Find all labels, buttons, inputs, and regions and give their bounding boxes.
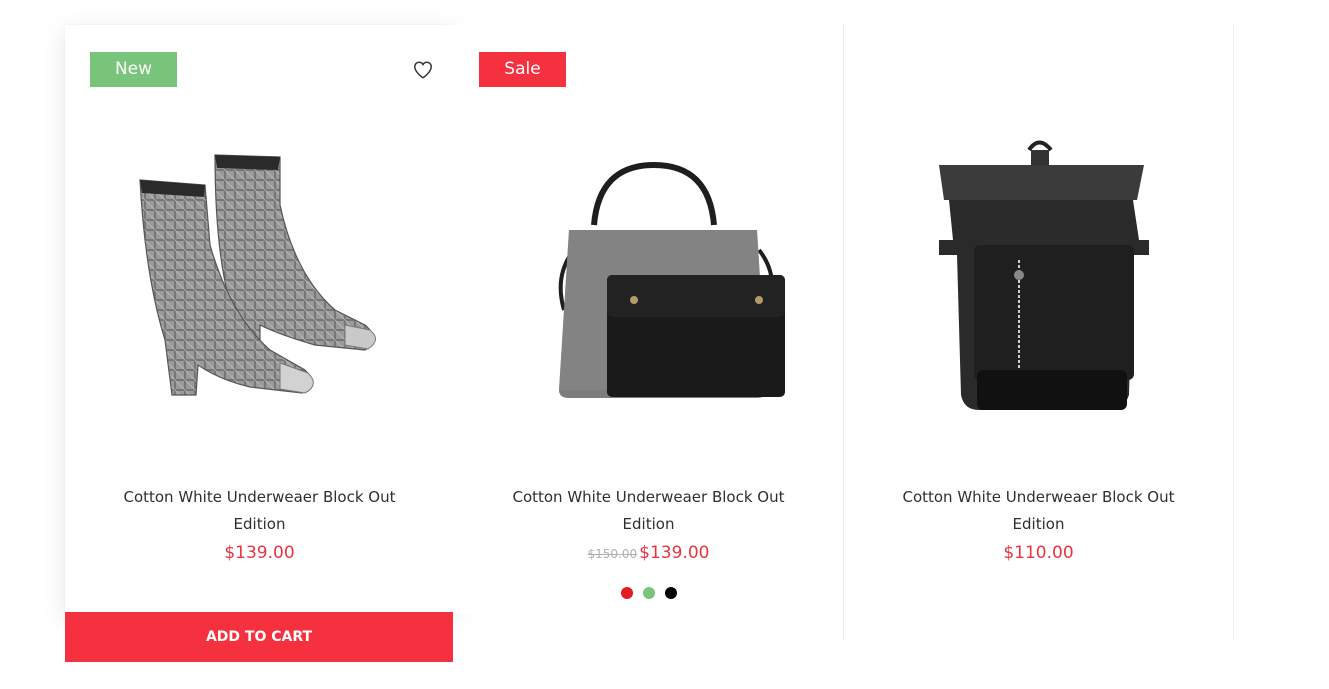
color-swatches [454,584,843,603]
color-swatch-red[interactable] [620,587,633,599]
heart-outline-icon[interactable] [412,59,434,81]
color-swatch-green[interactable] [642,587,655,599]
current-price: $110.00 [1003,543,1074,563]
price: $150.00 $139.00 [454,543,843,563]
price: $139.00 [65,543,454,563]
product-title[interactable]: Cotton White Underweaer Block Out Editio… [105,484,414,538]
current-price: $139.00 [224,543,295,563]
card-separator [1233,25,1234,640]
leather-backpack-image [938,140,1149,410]
product-card-1[interactable]: New Cotton White Underweaer Block Out Ed… [65,25,454,613]
ankle-boots-image [138,154,376,396]
product-image[interactable] [65,120,454,420]
product-card-3[interactable]: Cotton White Underweaer Block Out Editio… [844,25,1233,613]
price: $110.00 [844,543,1233,563]
old-price: $150.00 [587,547,638,561]
current-price: $139.00 [639,543,710,563]
new-badge: New [90,52,177,87]
add-to-cart-button[interactable]: ADD TO CART [65,612,453,662]
felt-handbag-image [558,161,785,398]
product-title[interactable]: Cotton White Underweaer Block Out Editio… [884,484,1193,538]
color-swatch-black[interactable] [664,587,677,599]
product-card-2[interactable]: Sale Cotton White Underweaer Block Out E… [454,25,843,613]
sale-badge: Sale [479,52,566,87]
product-image[interactable] [844,120,1233,420]
product-image[interactable] [454,120,843,420]
product-title[interactable]: Cotton White Underweaer Block Out Editio… [494,484,803,538]
